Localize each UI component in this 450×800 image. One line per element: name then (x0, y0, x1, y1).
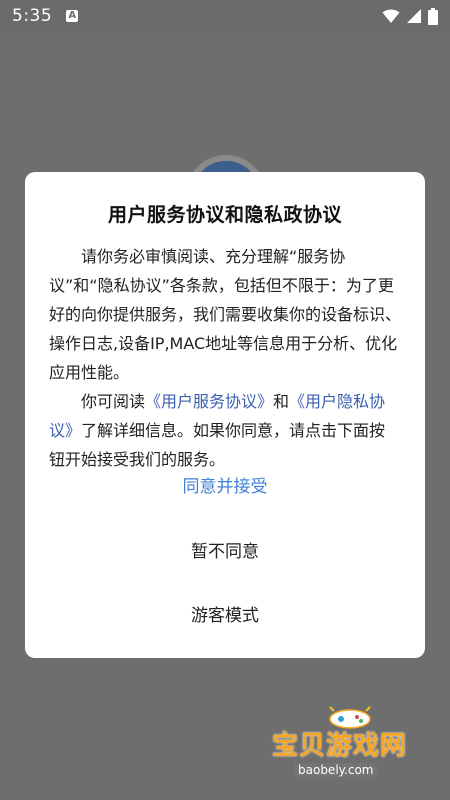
service-agreement-link[interactable]: 《用户服务协议》 (145, 392, 273, 411)
agreement-dialog: 用户服务协议和隐私政协议 请你务必审慎阅读、充分理解“服务协议”和“隐私协议”各… (25, 172, 425, 658)
agreement-paragraph-1: 请你务必审慎阅读、充分理解“服务协议”和“隐私协议”各条款，包括但不限于：为了更… (49, 247, 402, 382)
notification-badge-icon: A (66, 10, 79, 22)
cellular-signal-icon (407, 9, 421, 23)
status-time: 5:35 (12, 6, 53, 26)
status-bar: 5:35 A (0, 0, 450, 32)
paragraph2-and: 和 (273, 392, 290, 411)
guest-mode-button[interactable]: 游客模式 (25, 596, 425, 636)
battery-icon (428, 7, 438, 25)
watermark-main-text: 宝贝游戏网 (272, 731, 408, 761)
agreement-paragraph-2: 你可阅读《用户服务协议》和《用户隐私协议》了解详细信息。如果你同意，请点击下面按… (49, 387, 401, 474)
dialog-title: 用户服务协议和隐私政协议 (107, 204, 342, 226)
status-icons (382, 7, 438, 25)
wifi-icon (382, 9, 400, 23)
watermark-sub-text: baobely.com (294, 763, 378, 777)
dialog-body: 请你务必审慎阅读、充分理解“服务协议”和“隐私协议”各条款，包括但不限于：为了更… (49, 242, 401, 474)
accept-button[interactable]: 同意并接受 (25, 467, 425, 507)
decline-button[interactable]: 暂不同意 (25, 532, 425, 572)
paragraph2-prefix: 你可阅读 (81, 392, 146, 411)
paragraph2-suffix: 了解详细信息。如果你同意，请点击下面按钮开始接受我们的服务。 (49, 421, 386, 469)
watermark: 宝贝游戏网 baobely.com (272, 703, 442, 783)
